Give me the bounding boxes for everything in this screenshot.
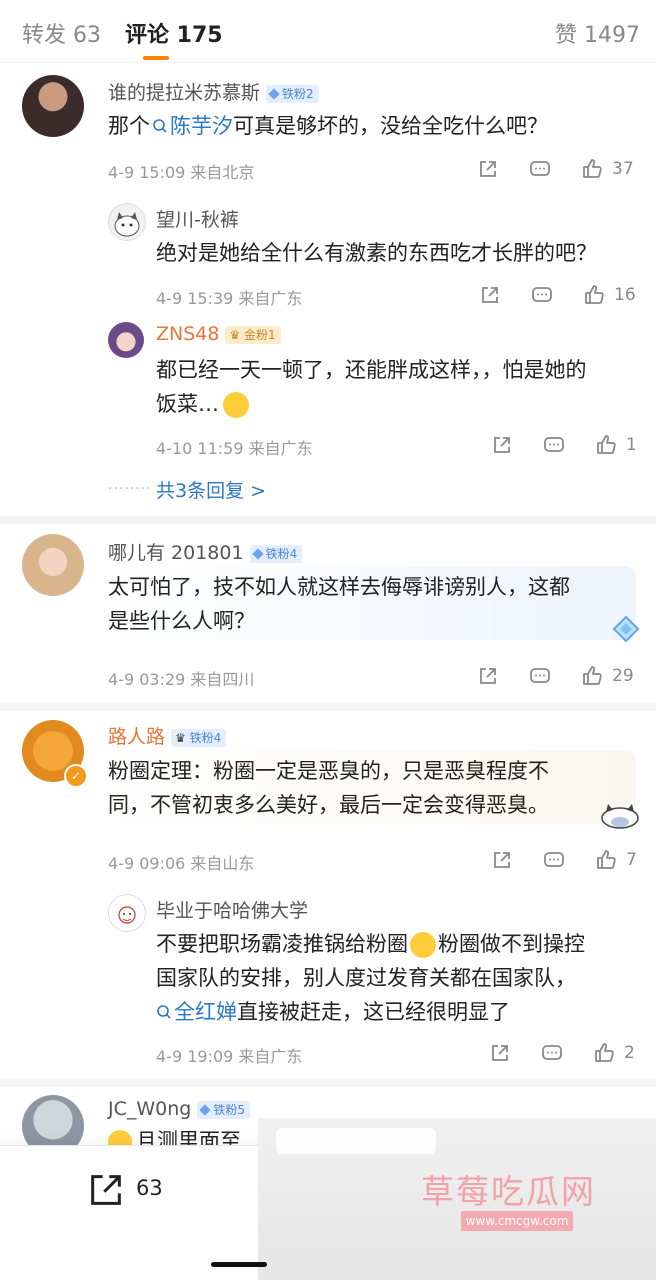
share-icon[interactable] (476, 157, 500, 181)
like-count: 37 (612, 159, 634, 179)
share-icon[interactable] (488, 1041, 512, 1065)
emoji-icon (223, 392, 249, 418)
comment-meta: 4-9 09:06 来自山东 (108, 854, 255, 873)
reply-text: 都已经一天一顿了，还能胖成这样，，怕是她的 饭菜… (156, 358, 587, 418)
comment-separator (0, 1079, 656, 1087)
diamond-icon (268, 87, 280, 100)
watermark-url: www.cmcgw.com (461, 1211, 573, 1231)
comment-icon[interactable] (542, 848, 566, 872)
comment-icon[interactable] (530, 283, 554, 307)
comment-separator (0, 516, 656, 524)
reply-username[interactable]: 望川-秋裤 (156, 205, 239, 232)
reply-text: 绝对是她给全什么有激素的东西吃才长胖的吧？ (156, 241, 597, 265)
like-count: 1 (626, 435, 637, 455)
comment-text: 那个 陈芋汐可真是够坏的，没给全吃什么吧？ (108, 114, 548, 138)
like-icon[interactable] (594, 433, 618, 457)
watermark-overlay: 草莓吃瓜网 www.cmcgw.com (258, 1118, 656, 1280)
like-count: 16 (614, 285, 636, 305)
like-icon[interactable] (592, 1041, 616, 1065)
comment-username[interactable]: 哪儿有 201801 铁粉4 (108, 538, 303, 565)
tab-comment[interactable]: 评论 175 (125, 17, 223, 49)
like-icon[interactable] (580, 157, 604, 181)
like-icon[interactable] (582, 283, 606, 307)
comment-icon[interactable] (528, 157, 552, 181)
fan-badge: 铁粉4 (249, 544, 303, 563)
crown-icon: ♛ (229, 327, 245, 342)
like-icon[interactable] (594, 848, 618, 872)
reply-text: 不要把职场霸凌推锅给粉圈 粉圈做不到操控 国家队的安排，别人度过发育关都在国家队，… (156, 932, 585, 1024)
comment-separator (0, 703, 656, 711)
view-more-replies-link[interactable]: 共3条回复 > (156, 476, 266, 503)
cartoon-avatar-icon (118, 906, 136, 924)
avatar[interactable] (22, 75, 84, 137)
search-icon (157, 1005, 171, 1019)
reply-meta: 4-10 11:59 来自广东 (156, 439, 313, 458)
cat-decoration-icon (601, 804, 639, 829)
search-icon (153, 119, 167, 133)
repost-count: 63 (136, 1176, 163, 1200)
comment-icon[interactable] (540, 1041, 564, 1065)
share-icon[interactable] (490, 848, 514, 872)
emoji-icon (410, 932, 436, 958)
fan-badge: 铁粉2 (266, 84, 319, 103)
share-icon (91, 1175, 121, 1205)
search-topic-link[interactable]: 全红婵 (156, 1000, 237, 1024)
like-icon[interactable] (580, 664, 604, 688)
watermark-title: 草莓吃瓜网 (421, 1172, 596, 1211)
diamond-decoration-icon (612, 615, 640, 643)
active-tab-indicator (143, 56, 169, 60)
verified-icon: ✓ (64, 764, 88, 788)
tab-repost[interactable]: 转发 63 (22, 17, 101, 49)
comment-username[interactable]: JC_W0ng 铁粉5 (108, 1098, 250, 1120)
reply-username[interactable]: ZNS48 ♛ 金粉1 (156, 323, 281, 345)
cat-avatar-icon (114, 212, 140, 237)
avatar[interactable] (108, 894, 146, 932)
crown-icon: ♛ (175, 730, 190, 745)
comment-text: 粉圈定理：粉圈一定是恶臭的，只是恶臭程度不 同，不管初衷多么美好，最后一定会变得恶… (108, 759, 549, 817)
diamond-icon (251, 547, 264, 560)
comment-icon[interactable] (528, 664, 552, 688)
share-icon[interactable] (490, 433, 514, 457)
comment-meta: 4-9 03:29 来自四川 (108, 670, 255, 689)
diamond-icon (199, 1103, 212, 1116)
fan-badge: 铁粉5 (197, 1100, 250, 1119)
reply-username[interactable]: 毕业于哈哈佛大学 (156, 896, 308, 923)
tab-bar: 转发 63 评论 175 赞 1497 (0, 0, 656, 63)
avatar[interactable] (108, 203, 146, 241)
home-indicator (211, 1262, 267, 1267)
divider-dots: ········ (108, 481, 152, 497)
search-topic-link[interactable]: 陈芋汐 (150, 114, 233, 138)
comment-icon[interactable] (542, 433, 566, 457)
tab-like[interactable]: 赞 1497 (555, 17, 640, 49)
like-count: 7 (626, 850, 637, 870)
comment-meta: 4-9 15:09 来自北京 (108, 163, 255, 182)
comment-username[interactable]: 谁的提拉米苏慕斯 铁粉2 (108, 78, 319, 105)
comment-text: 太可怕了，技不如人就这样去侮辱诽谤别人，这都 是些什么人啊？ (108, 575, 570, 633)
reply-meta: 4-9 15:39 来自广东 (156, 289, 303, 308)
share-icon[interactable] (478, 283, 502, 307)
fan-badge: ♛ 铁粉4 (171, 728, 227, 747)
like-count: 29 (612, 666, 634, 686)
share-icon[interactable] (476, 664, 500, 688)
reply-meta: 4-9 19:09 来自广东 (156, 1047, 303, 1066)
fan-badge: ♛ 金粉1 (225, 325, 281, 344)
like-count: 2 (624, 1043, 635, 1063)
comment-username[interactable]: 路人路 ♛ 铁粉4 (108, 722, 227, 749)
blurred-bar (276, 1128, 436, 1154)
avatar[interactable] (22, 534, 84, 596)
avatar[interactable] (108, 322, 144, 358)
